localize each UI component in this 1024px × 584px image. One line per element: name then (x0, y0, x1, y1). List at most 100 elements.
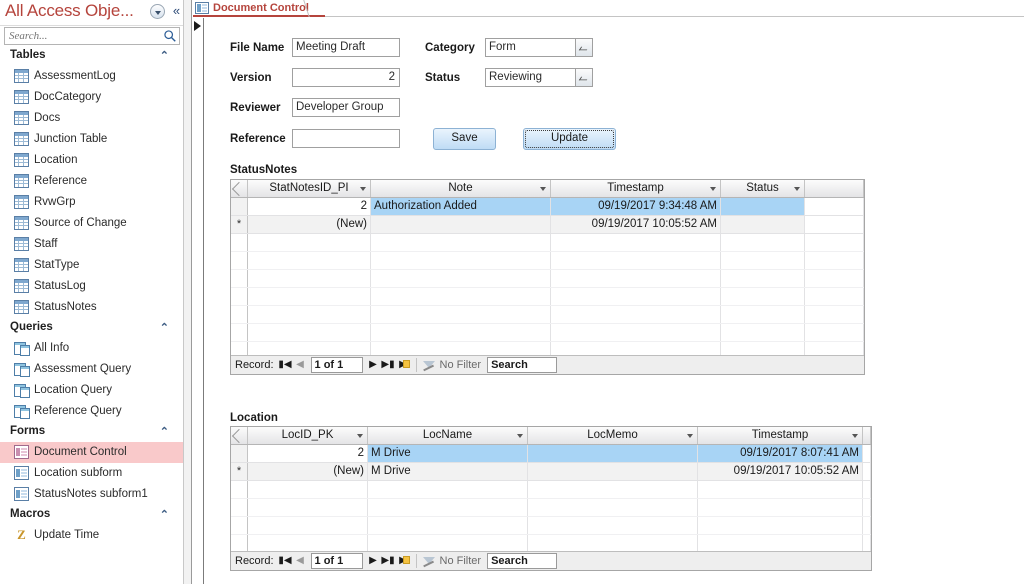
chevron-down-icon[interactable] (575, 69, 592, 86)
cell-timestamp[interactable]: 09/19/2017 10:05:52 AM (698, 463, 863, 480)
navigation-object-list[interactable]: Tables ⌃ AssessmentLog DocCategory Docs Junct… (0, 46, 183, 584)
save-button[interactable]: Save (433, 128, 496, 150)
nav-item-document-control[interactable]: Document Control (0, 442, 183, 463)
first-record-icon[interactable]: ▮◀ (278, 554, 293, 569)
datasheet-search-input[interactable]: Search (487, 357, 558, 373)
filter-status[interactable]: No Filter (422, 359, 481, 372)
previous-record-icon[interactable]: ◀ (293, 358, 308, 373)
cell-timestamp[interactable]: 09/19/2017 9:34:48 AM (551, 198, 721, 215)
table-row[interactable]: * (New) 09/19/2017 10:05:52 AM (231, 216, 864, 234)
chevron-up-icon[interactable]: ⌃ (160, 321, 169, 334)
nav-item-staff[interactable]: Staff (0, 234, 183, 255)
select-all-corner[interactable] (231, 427, 248, 444)
nav-item-junction-table[interactable]: Junction Table (0, 129, 183, 150)
cell-id[interactable]: (New) (248, 463, 368, 480)
row-selector[interactable] (231, 198, 248, 215)
column-header-timestamp[interactable]: Timestamp (551, 180, 721, 197)
nav-item-assessmentlog[interactable]: AssessmentLog (0, 66, 183, 87)
nav-item-statusnotes[interactable]: StatusNotes (0, 297, 183, 318)
cell-id[interactable]: (New) (248, 216, 371, 233)
chevron-up-icon[interactable]: ⌃ (160, 49, 169, 62)
chevron-down-icon[interactable] (852, 434, 858, 438)
column-header-locname[interactable]: LocName (368, 427, 528, 444)
select-all-corner[interactable] (231, 180, 248, 197)
cell-timestamp[interactable]: 09/19/2017 8:07:41 AM (698, 445, 863, 462)
cell-memo[interactable] (528, 463, 698, 480)
nav-item-statuslog[interactable]: StatusLog (0, 276, 183, 297)
cell-name[interactable]: M Drive (368, 445, 528, 462)
nav-item-location-query[interactable]: Location Query (0, 380, 183, 401)
first-record-icon[interactable]: ▮◀ (278, 358, 293, 373)
file-name-input[interactable]: Meeting Draft (292, 38, 400, 57)
location-datasheet[interactable]: LocID_PK LocName LocMemo Timestamp 2 M Drive 0… (230, 426, 872, 571)
next-record-icon[interactable]: ▶ (366, 358, 381, 373)
cell-id[interactable]: 2 (248, 198, 371, 215)
nav-item-doccategory[interactable]: DocCategory (0, 87, 183, 108)
nav-item-docs[interactable]: Docs (0, 108, 183, 129)
nav-item-assessment-query[interactable]: Assessment Query (0, 359, 183, 380)
status-combobox[interactable]: Reviewing (485, 68, 593, 87)
nav-group-queries[interactable]: Queries ⌃ (0, 318, 183, 338)
cell-memo[interactable] (528, 445, 698, 462)
column-header-timestamp[interactable]: Timestamp (698, 427, 863, 444)
chevron-up-icon[interactable]: ⌃ (160, 508, 169, 521)
chevron-down-icon[interactable] (540, 187, 546, 191)
update-button[interactable]: Update (523, 128, 616, 150)
chevron-down-icon[interactable] (710, 187, 716, 191)
table-row[interactable]: * (New) M Drive 09/19/2017 10:05:52 AM (231, 463, 871, 481)
column-header-note[interactable]: Note (371, 180, 551, 197)
chevron-up-icon[interactable]: ⌃ (160, 425, 169, 438)
column-header-statnotesid-pi[interactable]: StatNotesID_PI (248, 180, 371, 197)
new-record-selector-icon[interactable]: * (231, 463, 248, 480)
chevron-down-icon[interactable] (575, 39, 592, 56)
nav-group-macros[interactable]: Macros ⌃ (0, 505, 183, 525)
statusnotes-datasheet[interactable]: StatNotesID_PI Note Timestamp Status 2 Author… (230, 179, 865, 375)
previous-record-icon[interactable]: ◀ (293, 554, 308, 569)
version-input[interactable]: 2 (292, 68, 400, 87)
chevron-down-icon[interactable] (517, 434, 523, 438)
chevron-down-icon[interactable] (360, 187, 366, 191)
record-counter[interactable]: 1 of 1 (310, 357, 363, 373)
last-record-icon[interactable]: ▶▮ (381, 554, 396, 569)
filter-status[interactable]: No Filter (422, 555, 481, 568)
new-record-icon[interactable]: ▶ (396, 554, 411, 569)
category-combobox[interactable]: Form (485, 38, 593, 57)
chevron-down-circle-icon[interactable] (150, 4, 165, 19)
nav-group-tables[interactable]: Tables ⌃ (0, 46, 183, 66)
nav-item-update-time[interactable]: Z Update Time (0, 525, 183, 546)
reviewer-input[interactable]: Developer Group (292, 98, 400, 117)
record-counter[interactable]: 1 of 1 (310, 553, 363, 569)
nav-item-rvwgrp[interactable]: RvwGrp (0, 192, 183, 213)
cell-status[interactable] (721, 198, 805, 215)
cell-timestamp[interactable]: 09/19/2017 10:05:52 AM (551, 216, 721, 233)
table-row[interactable]: 2 Authorization Added 09/19/2017 9:34:48 A… (231, 198, 864, 216)
new-record-icon[interactable]: ▶ (396, 358, 411, 373)
new-record-selector-icon[interactable]: * (231, 216, 248, 233)
datasheet-search-input[interactable]: Search (487, 553, 558, 569)
cell-name[interactable]: M Drive (368, 463, 528, 480)
cell-note[interactable] (371, 216, 551, 233)
nav-item-location[interactable]: Location (0, 150, 183, 171)
nav-item-source-of-change[interactable]: Source of Change (0, 213, 183, 234)
double-chevron-left-icon[interactable]: « (169, 4, 184, 19)
nav-group-forms[interactable]: Forms ⌃ (0, 422, 183, 442)
column-header-locid-pk[interactable]: LocID_PK (248, 427, 368, 444)
column-header-locmemo[interactable]: LocMemo (528, 427, 698, 444)
navigation-search-bar[interactable] (4, 27, 180, 45)
cell-status[interactable] (721, 216, 805, 233)
last-record-icon[interactable]: ▶▮ (381, 358, 396, 373)
nav-item-location-subform[interactable]: Location subform (0, 463, 183, 484)
nav-item-reference-query[interactable]: Reference Query (0, 401, 183, 422)
reference-input[interactable] (292, 129, 400, 148)
chevron-down-icon[interactable] (357, 434, 363, 438)
form-record-selector[interactable] (193, 18, 204, 584)
cell-id[interactable]: 2 (248, 445, 368, 462)
nav-item-statusnotes-subform1[interactable]: StatusNotes subform1 (0, 484, 183, 505)
nav-item-stattype[interactable]: StatType (0, 255, 183, 276)
row-selector[interactable] (231, 445, 248, 462)
column-header-status[interactable]: Status (721, 180, 805, 197)
navigation-pane-splitter[interactable] (184, 0, 192, 584)
table-row[interactable]: 2M Drive 09/19/2017 8:07:41 AM (231, 445, 871, 463)
chevron-down-icon[interactable] (794, 187, 800, 191)
nav-item-all-info[interactable]: All Info (0, 338, 183, 359)
